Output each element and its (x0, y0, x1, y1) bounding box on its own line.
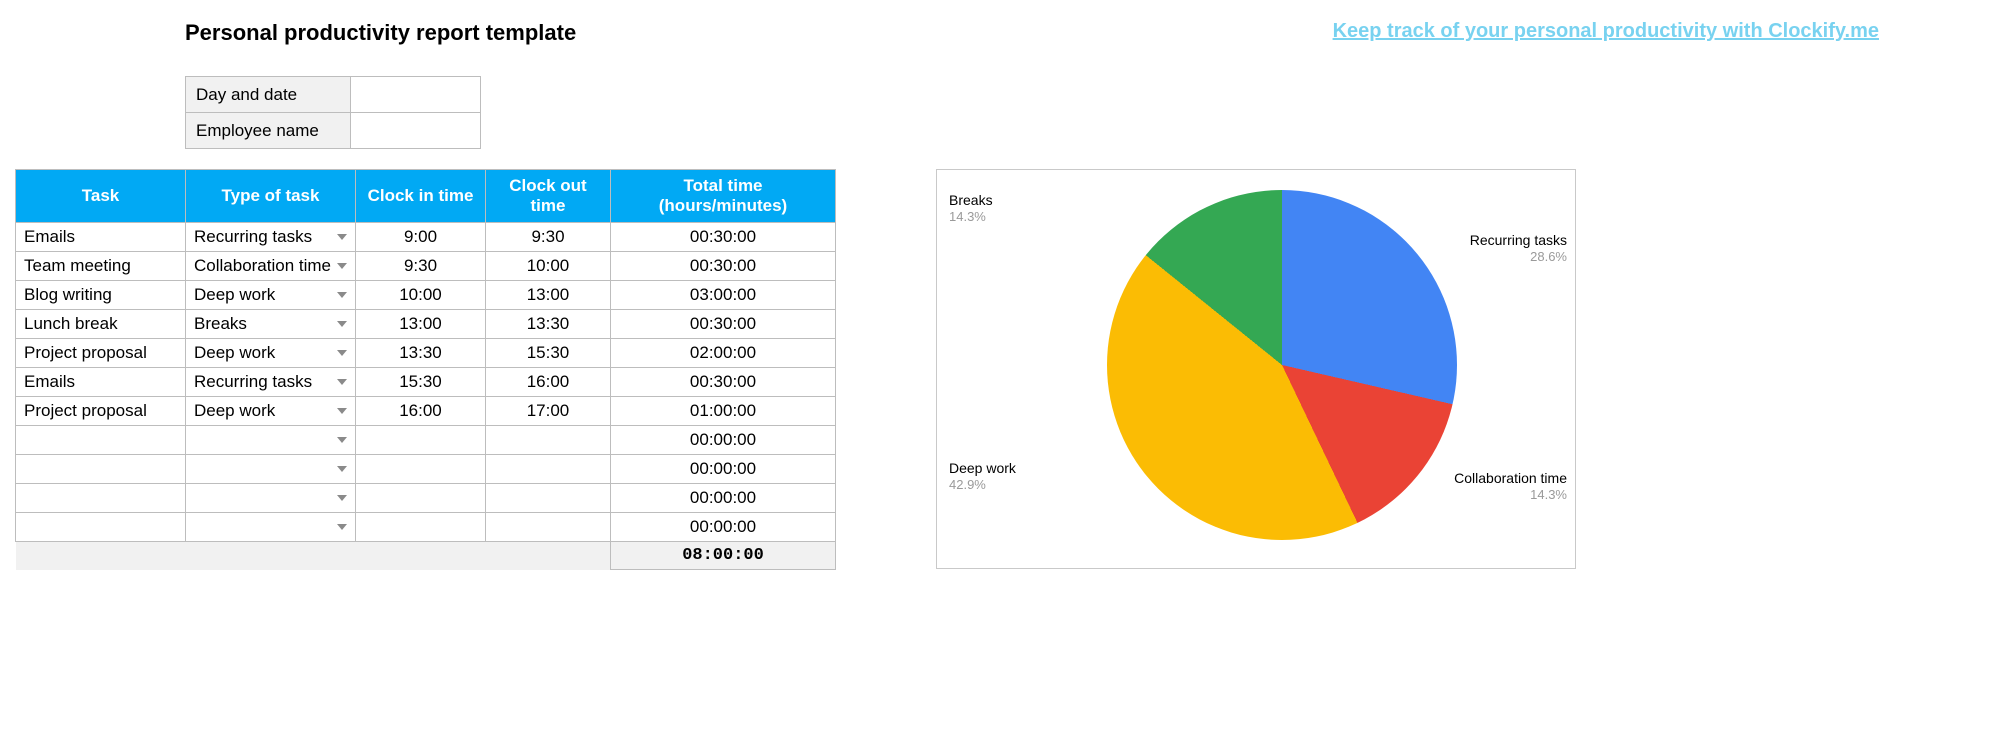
cell-type-dropdown[interactable] (186, 426, 356, 455)
col-header-clockout: Clock out time (486, 170, 611, 223)
cell-clock-out[interactable]: 13:00 (486, 281, 611, 310)
cell-clock-out[interactable] (486, 426, 611, 455)
cell-clock-in[interactable] (356, 484, 486, 513)
cell-clock-in[interactable]: 13:30 (356, 339, 486, 368)
cell-total: 00:00:00 (611, 513, 836, 542)
chevron-down-icon (337, 466, 347, 472)
cell-clock-out[interactable] (486, 455, 611, 484)
cell-clock-out[interactable]: 13:30 (486, 310, 611, 339)
cell-type-dropdown[interactable]: Deep work (186, 281, 356, 310)
chevron-down-icon (337, 321, 347, 327)
grand-total-cell: 08:00:00 (611, 542, 836, 570)
promo-link[interactable]: Keep track of your personal productivity… (1333, 20, 1879, 43)
col-header-clockin: Clock in time (356, 170, 486, 223)
cell-task[interactable] (16, 455, 186, 484)
cell-total: 00:30:00 (611, 310, 836, 339)
meta-day-date-value[interactable] (351, 77, 481, 113)
chart-label-collab: Collaboration time 14.3% (1454, 470, 1567, 503)
meta-table: Day and date Employee name (185, 76, 481, 149)
cell-clock-in[interactable] (356, 513, 486, 542)
cell-type-dropdown[interactable]: Recurring tasks (186, 368, 356, 397)
cell-type-dropdown[interactable] (186, 513, 356, 542)
cell-clock-out[interactable]: 16:00 (486, 368, 611, 397)
productivity-table: Task Type of task Clock in time Clock ou… (15, 169, 836, 570)
col-header-total: Total time (hours/minutes) (611, 170, 836, 223)
chevron-down-icon (337, 350, 347, 356)
cell-clock-out[interactable]: 10:00 (486, 252, 611, 281)
cell-total: 00:30:00 (611, 252, 836, 281)
cell-task[interactable]: Team meeting (16, 252, 186, 281)
table-row: 00:00:00 (16, 426, 836, 455)
cell-clock-in[interactable]: 15:30 (356, 368, 486, 397)
cell-task[interactable] (16, 484, 186, 513)
cell-clock-out[interactable]: 17:00 (486, 397, 611, 426)
meta-day-date-label: Day and date (186, 77, 351, 113)
cell-type-dropdown[interactable]: Breaks (186, 310, 356, 339)
chevron-down-icon (337, 263, 347, 269)
cell-type-dropdown[interactable]: Collaboration time (186, 252, 356, 281)
chevron-down-icon (337, 408, 347, 414)
table-row: Lunch breakBreaks13:0013:3000:30:00 (16, 310, 836, 339)
cell-clock-in[interactable]: 9:30 (356, 252, 486, 281)
cell-total: 01:00:00 (611, 397, 836, 426)
cell-task[interactable]: Blog writing (16, 281, 186, 310)
chevron-down-icon (337, 437, 347, 443)
table-row: Blog writingDeep work10:0013:0003:00:00 (16, 281, 836, 310)
table-row: Team meetingCollaboration time9:3010:000… (16, 252, 836, 281)
table-row: Project proposalDeep work13:3015:3002:00… (16, 339, 836, 368)
cell-total: 02:00:00 (611, 339, 836, 368)
cell-total: 03:00:00 (611, 281, 836, 310)
page-title: Personal productivity report template (185, 20, 576, 46)
cell-clock-out[interactable] (486, 513, 611, 542)
cell-clock-out[interactable] (486, 484, 611, 513)
chart-label-breaks: Breaks 14.3% (949, 192, 993, 225)
table-row: 00:00:00 (16, 513, 836, 542)
cell-task[interactable]: Emails (16, 368, 186, 397)
cell-task[interactable]: Emails (16, 223, 186, 252)
cell-task[interactable]: Project proposal (16, 397, 186, 426)
col-header-type: Type of task (186, 170, 356, 223)
table-row: 00:00:00 (16, 455, 836, 484)
cell-type-dropdown[interactable]: Deep work (186, 397, 356, 426)
cell-total: 00:00:00 (611, 455, 836, 484)
cell-clock-out[interactable]: 9:30 (486, 223, 611, 252)
cell-type-dropdown[interactable]: Deep work (186, 339, 356, 368)
cell-clock-in[interactable]: 10:00 (356, 281, 486, 310)
cell-total: 00:00:00 (611, 426, 836, 455)
task-type-pie-chart: Breaks 14.3% Recurring tasks 28.6% Deep … (936, 169, 1576, 569)
cell-clock-in[interactable]: 9:00 (356, 223, 486, 252)
chevron-down-icon (337, 292, 347, 298)
cell-type-dropdown[interactable] (186, 484, 356, 513)
cell-total: 00:00:00 (611, 484, 836, 513)
cell-task[interactable] (16, 513, 186, 542)
cell-type-dropdown[interactable]: Recurring tasks (186, 223, 356, 252)
col-header-task: Task (16, 170, 186, 223)
cell-total: 00:30:00 (611, 368, 836, 397)
cell-clock-in[interactable]: 16:00 (356, 397, 486, 426)
meta-employee-value[interactable] (351, 113, 481, 149)
table-row: EmailsRecurring tasks15:3016:0000:30:00 (16, 368, 836, 397)
chevron-down-icon (337, 524, 347, 530)
chart-label-recurring: Recurring tasks 28.6% (1470, 232, 1567, 265)
chevron-down-icon (337, 234, 347, 240)
cell-clock-out[interactable]: 15:30 (486, 339, 611, 368)
cell-task[interactable]: Lunch break (16, 310, 186, 339)
cell-clock-in[interactable]: 13:00 (356, 310, 486, 339)
cell-clock-in[interactable] (356, 426, 486, 455)
cell-clock-in[interactable] (356, 455, 486, 484)
table-row: EmailsRecurring tasks9:009:3000:30:00 (16, 223, 836, 252)
cell-task[interactable] (16, 426, 186, 455)
chevron-down-icon (337, 495, 347, 501)
cell-task[interactable]: Project proposal (16, 339, 186, 368)
chevron-down-icon (337, 379, 347, 385)
chart-label-deepwork: Deep work 42.9% (949, 460, 1016, 493)
table-row: Project proposalDeep work16:0017:0001:00… (16, 397, 836, 426)
cell-total: 00:30:00 (611, 223, 836, 252)
table-row: 00:00:00 (16, 484, 836, 513)
meta-employee-label: Employee name (186, 113, 351, 149)
cell-type-dropdown[interactable] (186, 455, 356, 484)
pie-graphic (1107, 190, 1457, 540)
